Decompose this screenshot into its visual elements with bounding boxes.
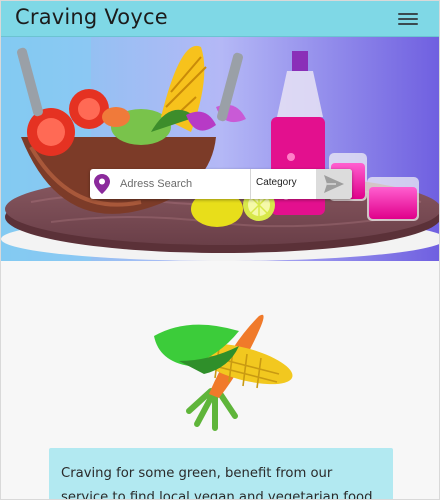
hamburger-menu-icon[interactable] bbox=[396, 10, 420, 28]
app-frame: Craving Voyce Adress Search Category Cra… bbox=[0, 0, 440, 500]
top-bar: Craving Voyce bbox=[1, 1, 439, 37]
category-dropdown[interactable]: Category bbox=[256, 177, 297, 188]
hero-banner: Category bbox=[1, 37, 439, 261]
address-search-bar: Category bbox=[90, 169, 352, 199]
intro-text: Craving for some green, benefit from our… bbox=[61, 466, 373, 500]
search-submit-button[interactable] bbox=[316, 169, 352, 199]
brand-logo[interactable]: Craving Voyce bbox=[15, 5, 168, 29]
send-icon bbox=[324, 175, 344, 193]
address-search-input[interactable] bbox=[112, 173, 236, 195]
corn-carrot-illustration bbox=[154, 314, 293, 431]
intro-card: Craving for some green, benefit from our… bbox=[49, 448, 393, 500]
hero-illustration bbox=[1, 37, 439, 261]
search-divider bbox=[250, 169, 251, 199]
location-pin-icon bbox=[94, 174, 110, 194]
